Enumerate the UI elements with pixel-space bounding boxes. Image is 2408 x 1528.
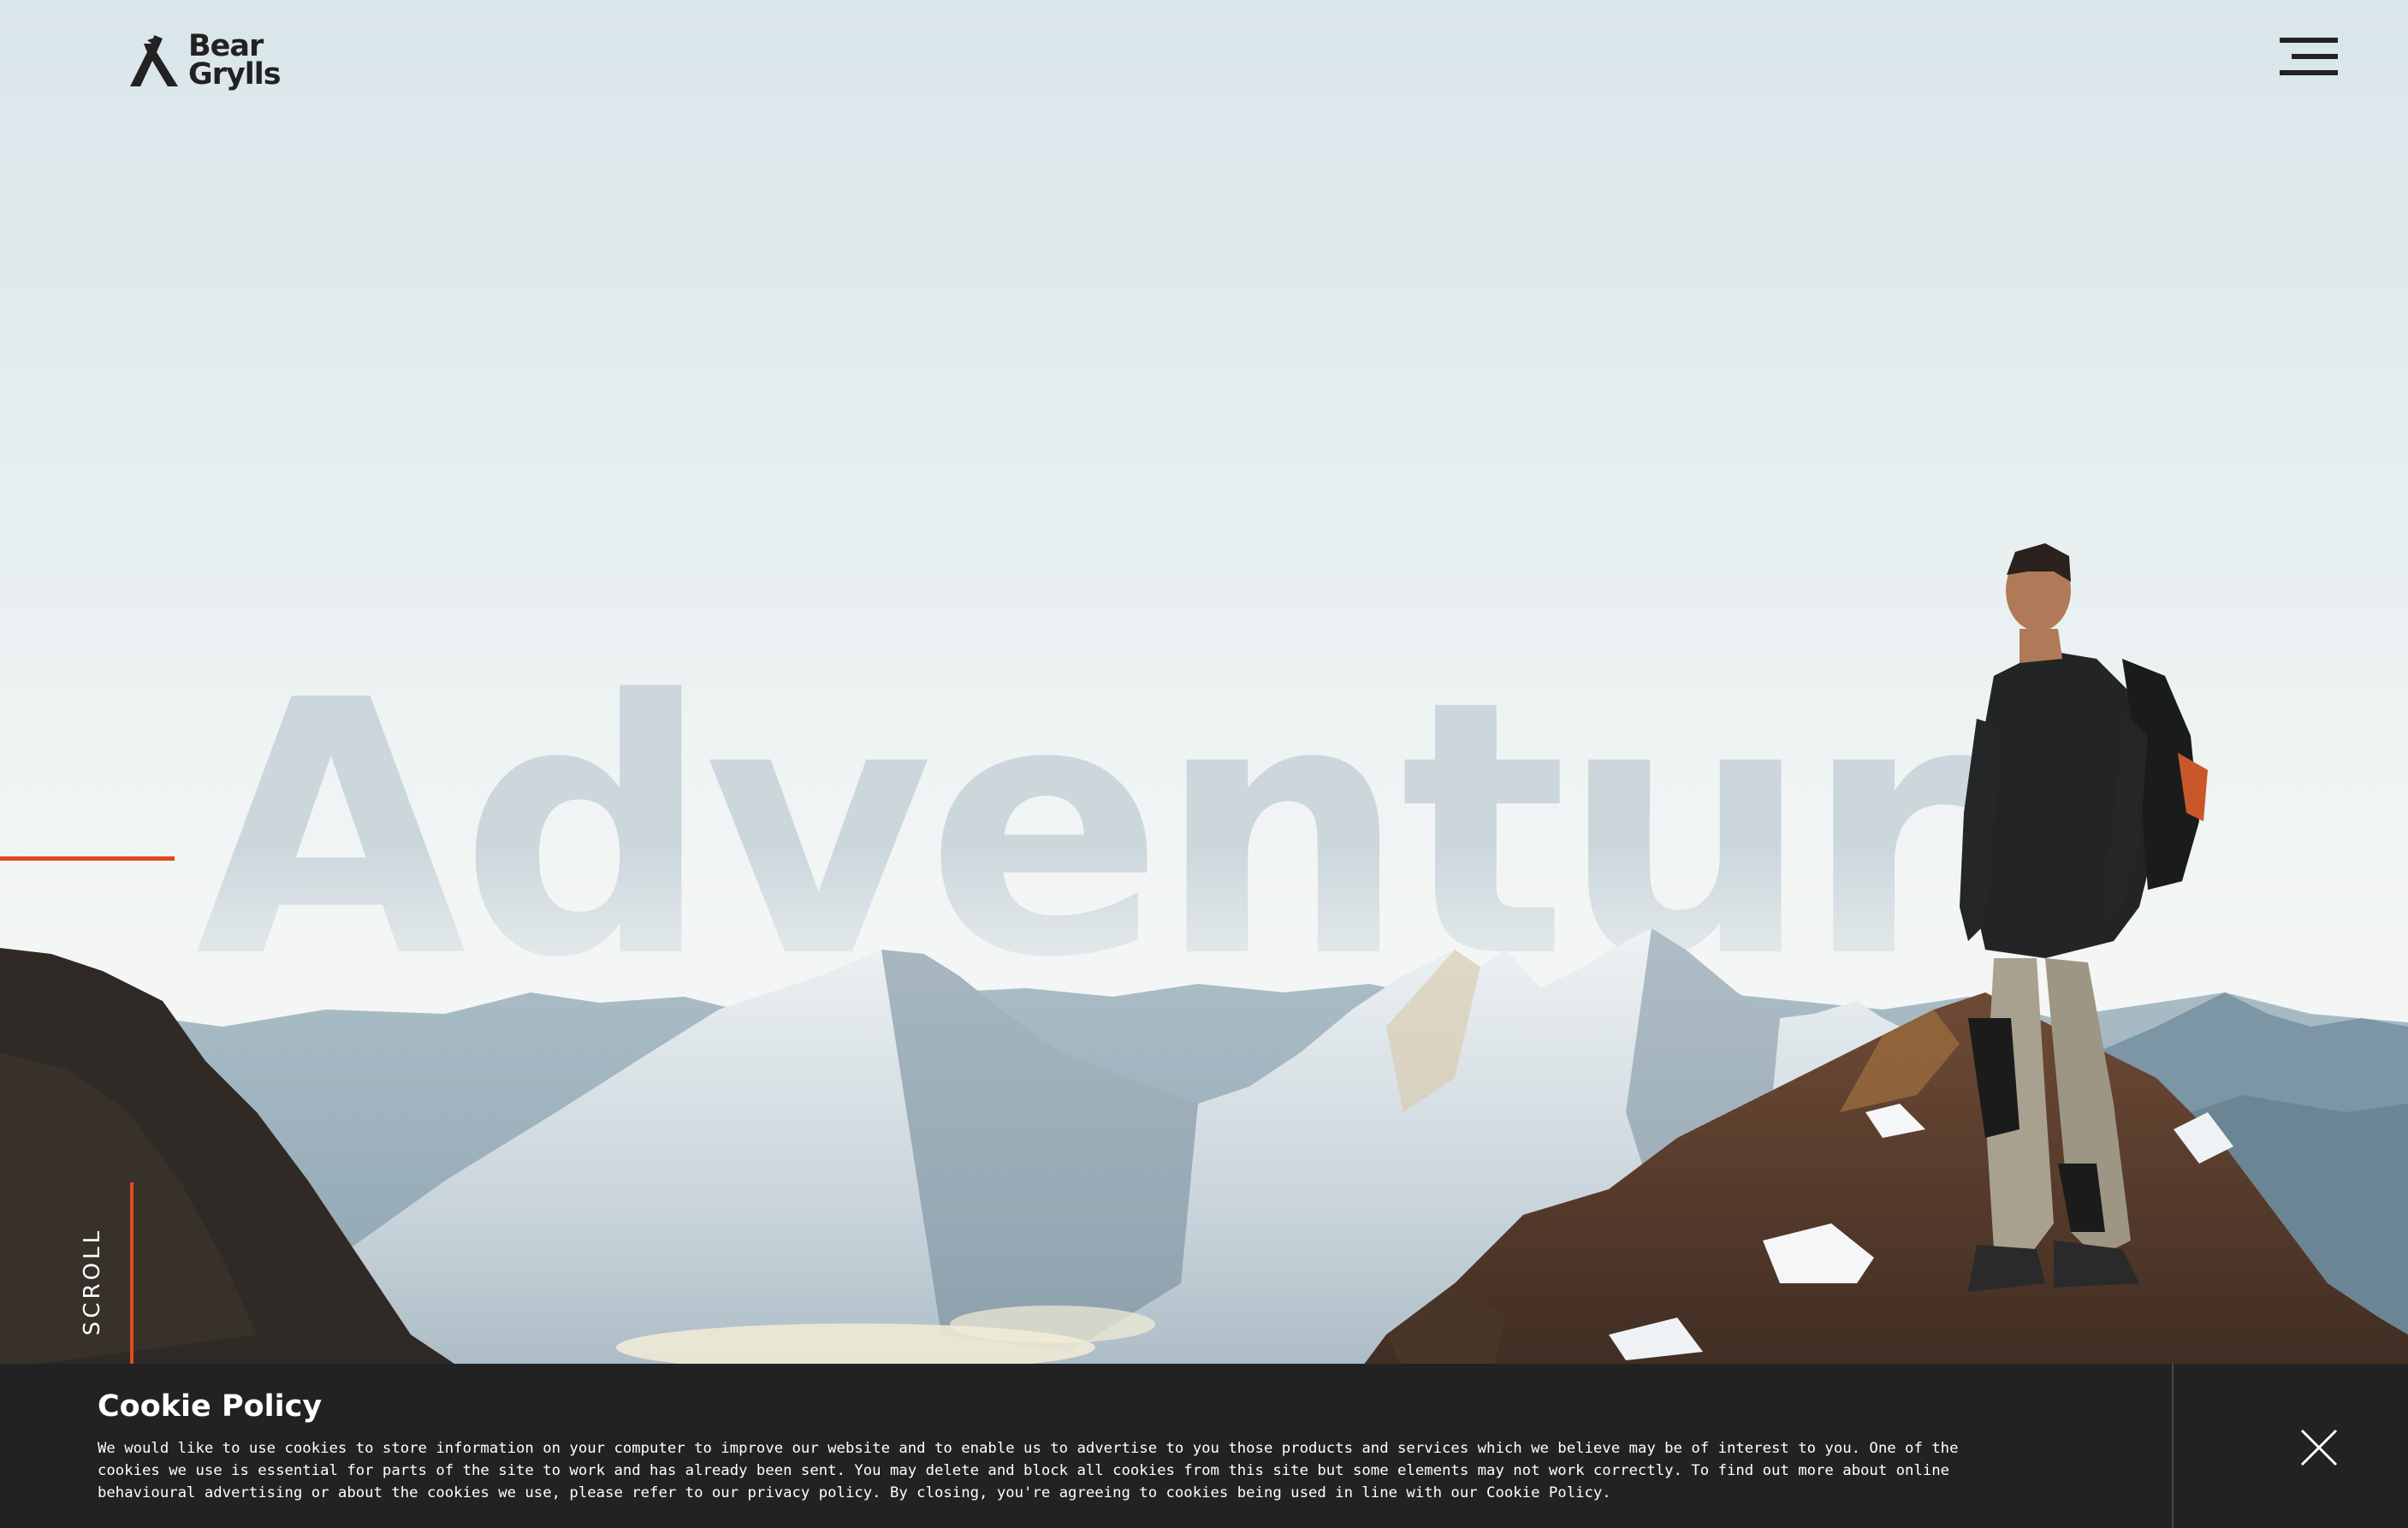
scroll-label: SCROLL	[80, 1227, 105, 1336]
cookie-title: Cookie Policy	[98, 1389, 323, 1424]
cookie-close-button[interactable]	[2298, 1427, 2340, 1468]
mountain-landscape-image	[0, 543, 2408, 1528]
logo-text: Bear Grylls	[188, 32, 282, 92]
menu-button[interactable]	[2280, 38, 2338, 75]
scroll-indicator[interactable]: SCROLL	[68, 1181, 154, 1369]
logo-text-line2: Grylls	[188, 57, 282, 92]
bear-grylls-logo-icon	[130, 35, 178, 86]
hero: Adventure	[0, 0, 2408, 1528]
accent-line	[0, 856, 175, 861]
cookie-body-text: We would like to use cookies to store in…	[98, 1440, 1959, 1501]
cookie-divider	[2172, 1364, 2174, 1528]
cookie-banner: Cookie Policy We would like to use cooki…	[0, 1364, 2408, 1528]
site-logo[interactable]: Bear Grylls	[128, 31, 282, 91]
close-icon	[2300, 1429, 2338, 1466]
scroll-line	[130, 1182, 133, 1369]
